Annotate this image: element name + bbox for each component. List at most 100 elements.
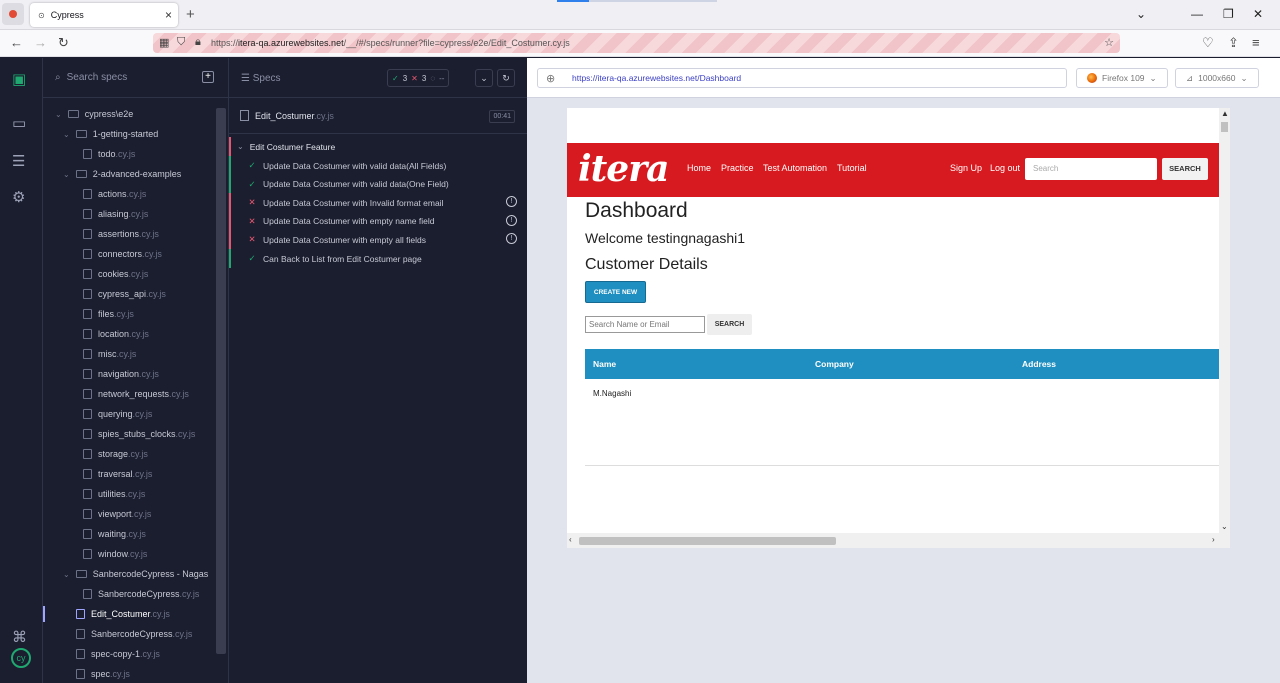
sign-up-link[interactable]: Sign Up (950, 163, 982, 173)
runs-icon[interactable]: ☰ (12, 152, 25, 170)
test-row[interactable]: ✓ Update Data Costumer with valid data(On… (229, 174, 527, 194)
error-info-icon[interactable]: ! (506, 196, 517, 208)
back-icon[interactable]: ← (10, 35, 23, 50)
test-row[interactable]: ✓ Can Back to List from Edit Costumer pag… (229, 249, 527, 268)
test-row[interactable]: ✕ Update Data Costumer with Invalid forma… (229, 193, 527, 213)
extension-icon[interactable]: ▦ (159, 36, 169, 49)
list-tabs-icon[interactable]: ⌄ (1136, 7, 1146, 21)
spec-file-row[interactable]: utilities.cy.js (83, 486, 145, 502)
nav-home[interactable]: Home (687, 163, 711, 173)
folder-row[interactable]: ⌄ 2-advanced-examples (63, 166, 181, 182)
file-icon (83, 389, 92, 399)
spec-file-row[interactable]: storage.cy.js (83, 446, 148, 462)
close-tab-icon[interactable]: × (165, 8, 172, 22)
minimize-icon[interactable]: — (1191, 7, 1203, 21)
spec-search[interactable]: ⌕ Search specs (43, 58, 228, 98)
nav-test-automation[interactable]: Test Automation (763, 163, 827, 173)
search-name-email-input[interactable]: Search Name or Email (585, 316, 705, 333)
folder-row[interactable]: ⌄ SanbercodeCypress - Nagas (63, 566, 208, 582)
forward-icon[interactable]: → (34, 35, 47, 50)
spec-file-row[interactable]: SanbercodeCypress.cy.js (76, 626, 192, 642)
spec-file-row[interactable]: Edit_Costumer.cy.js (43, 606, 170, 622)
spec-file-row[interactable]: navigation.cy.js (83, 366, 159, 382)
spec-file-row[interactable]: cypress_api.cy.js (83, 286, 166, 302)
root-folder-row[interactable]: ⌄ cypress\e2e (55, 106, 133, 122)
search-button[interactable]: SEARCH (707, 314, 752, 335)
new-tab-icon[interactable]: + (186, 6, 195, 23)
scroll-left-icon[interactable]: ‹ (569, 535, 572, 544)
spec-file-row[interactable]: assertions.cy.js (83, 226, 159, 242)
spec-file-name: network_requests (98, 389, 170, 399)
spec-search-input[interactable]: Search specs (67, 72, 128, 83)
shield-icon[interactable]: ⛉ (177, 36, 185, 49)
suite-row[interactable]: ⌄ Edit Costumer Feature (229, 137, 527, 156)
viewport-selector[interactable]: ⊿ 1000x660 ⌄ (1175, 68, 1259, 88)
spec-file-row[interactable]: aliasing.cy.js (83, 206, 148, 222)
spec-file-row[interactable]: location.cy.js (83, 326, 149, 342)
site-search-input[interactable]: Search (1025, 158, 1157, 180)
new-spec-button[interactable]: + (202, 71, 214, 83)
selector-playground-icon[interactable]: ⊕ (546, 72, 555, 85)
spec-file-row[interactable]: actions.cy.js (83, 186, 146, 202)
menu-icon[interactable]: ≡ (1252, 35, 1260, 50)
address-bar[interactable]: ▦ ⛉ 🔒︎ https://itera-qa.azurewebsites.ne… (153, 33, 1120, 53)
nav-practice[interactable]: Practice (721, 163, 754, 173)
spec-file-row[interactable]: spec.cy.js (76, 666, 130, 682)
nav-tutorial[interactable]: Tutorial (837, 163, 867, 173)
scroll-right-icon[interactable]: › (1212, 535, 1215, 544)
test-row[interactable]: ✕ Update Data Costumer with empty all fie… (229, 230, 527, 250)
aut-url[interactable]: ⊕ https://itera-qa.azurewebsites.net/Das… (537, 68, 1067, 88)
spec-file-row[interactable]: spies_stubs_clocks.cy.js (83, 426, 195, 442)
spec-list-scrollbar[interactable] (216, 108, 226, 654)
bookmark-star-icon[interactable]: ☆ (1104, 36, 1114, 49)
spec-file-ext: .cy.js (125, 489, 146, 499)
maximize-icon[interactable]: ❐ (1223, 7, 1234, 21)
project-icon[interactable]: ▣ (12, 70, 26, 88)
spec-file-row[interactable]: cookies.cy.js (83, 266, 148, 282)
spec-file-row[interactable]: querying.cy.js (83, 406, 152, 422)
spec-file-ext: .cy.js (127, 549, 148, 559)
pending-count: -- (439, 73, 445, 83)
reload-icon[interactable]: ↻ (58, 35, 69, 51)
expand-collapse-button[interactable]: ⌄ (475, 69, 493, 87)
pinned-tab[interactable] (2, 3, 24, 25)
specs-toggle[interactable]: ☰ Specs (241, 73, 281, 84)
test-row[interactable]: ✕ Update Data Costumer with empty name fi… (229, 211, 527, 231)
pocket-icon[interactable]: ♡ (1202, 35, 1214, 51)
error-info-icon[interactable]: ! (506, 214, 517, 226)
test-row[interactable]: ✓ Update Data Costumer with valid data(Al… (229, 156, 527, 175)
error-info-icon[interactable]: ! (506, 233, 517, 245)
folder-row[interactable]: ⌄ 1-getting-started (63, 126, 158, 142)
spec-file-row[interactable]: misc.cy.js (83, 346, 136, 362)
cypress-logo-icon[interactable]: cy (11, 648, 31, 668)
scroll-down-icon[interactable]: ⌄ (1221, 522, 1228, 531)
failed-count: 3 (421, 73, 427, 83)
spec-file-row[interactable]: network_requests.cy.js (83, 386, 189, 402)
create-new-button[interactable]: CREATE NEW (585, 281, 646, 303)
close-window-icon[interactable]: ✕ (1253, 7, 1263, 21)
specs-icon[interactable]: ▭ (12, 114, 26, 132)
tab-cypress[interactable]: ⊙ Cypress × (30, 3, 178, 27)
spec-file-row[interactable]: connectors.cy.js (83, 246, 162, 262)
spec-file-row[interactable]: files.cy.js (83, 306, 134, 322)
rerun-button[interactable]: ↻ (497, 69, 515, 87)
spec-file-row[interactable]: waiting.cy.js (83, 526, 146, 542)
spec-file-row[interactable]: window.cy.js (83, 546, 147, 562)
file-icon (83, 549, 92, 559)
keyboard-shortcuts-icon[interactable]: ⌘ (12, 628, 27, 646)
browser-selector[interactable]: Firefox 109 ⌄ (1076, 68, 1168, 88)
spec-file-row[interactable]: spec-copy-1.cy.js (76, 646, 160, 662)
spec-file-row[interactable]: viewport.cy.js (83, 506, 151, 522)
spec-file-row[interactable]: todo.cy.js (83, 146, 135, 162)
scroll-up-icon[interactable]: ▲ (1221, 109, 1229, 118)
extensions-icon[interactable]: ⇪ (1228, 35, 1239, 51)
vertical-scrollbar[interactable]: ▲ ⌄ (1219, 108, 1230, 533)
site-search-button[interactable]: SEARCH (1162, 158, 1208, 180)
horizontal-scrollbar[interactable]: ‹ › (567, 533, 1230, 548)
settings-gear-icon[interactable]: ⚙ (12, 188, 25, 206)
spec-file-row[interactable]: traversal.cy.js (83, 466, 152, 482)
spec-file-row[interactable]: SanbercodeCypress.cy.js (83, 586, 199, 602)
log-out-link[interactable]: Log out (990, 163, 1020, 173)
site-logo[interactable]: itera (578, 148, 670, 190)
test-title: Can Back to List from Edit Costumer page (263, 253, 422, 264)
